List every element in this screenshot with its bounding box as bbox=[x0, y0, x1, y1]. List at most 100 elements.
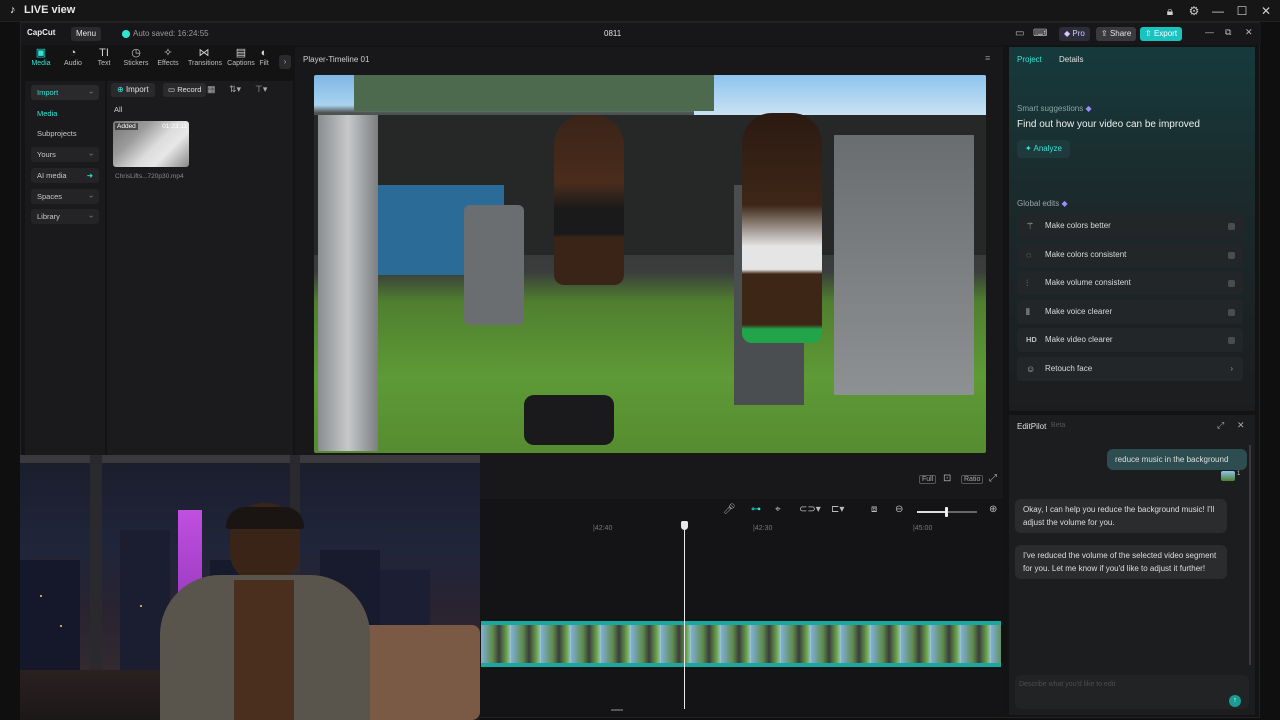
app-close-button[interactable]: ✕ bbox=[1245, 27, 1253, 38]
video-bag bbox=[524, 395, 614, 445]
shortcuts-icon[interactable]: ⌨ bbox=[1033, 28, 1047, 39]
edit-make-colors-consistent[interactable]: ◌ Make colors consistent bbox=[1017, 243, 1243, 267]
pro-badge[interactable]: ◆ Pro bbox=[1059, 27, 1090, 41]
lock-icon[interactable]: 🔒︎ bbox=[1162, 3, 1178, 19]
preview-axis-icon[interactable]: ⊂⊃▾ bbox=[799, 504, 821, 515]
edit-make-voice-clearer[interactable]: ⫴ Make voice clearer bbox=[1017, 300, 1243, 324]
zoom-out-icon[interactable]: ⊖ bbox=[895, 504, 903, 515]
brand-logo: CapCut bbox=[27, 28, 56, 37]
hd-icon: HD bbox=[1026, 335, 1037, 344]
layout-icon[interactable]: ▭ bbox=[1015, 28, 1024, 39]
tool-text[interactable]: TI Text bbox=[88, 47, 120, 67]
share-button[interactable]: ⇪ Share bbox=[1096, 27, 1137, 41]
chevron-right-icon: › bbox=[1230, 364, 1233, 373]
zoom-in-icon[interactable]: ⊕ bbox=[989, 504, 997, 515]
tool-media[interactable]: ▣ Media bbox=[25, 47, 57, 67]
global-edits-title: Global edits ◆ bbox=[1017, 199, 1068, 208]
playhead[interactable] bbox=[684, 523, 685, 709]
analyze-button[interactable]: ✦ Analyze bbox=[1017, 140, 1070, 158]
tool-effects[interactable]: ✧ Effects bbox=[152, 47, 184, 67]
media-panel: ⊕ Import ▭ Record ▦ ⇅▾ ⊤▾ All Added 01:2… bbox=[107, 81, 293, 459]
send-icon[interactable]: ↑ bbox=[1229, 695, 1241, 707]
export-button[interactable]: ⇧ Export bbox=[1140, 27, 1183, 41]
media-clip-thumbnail[interactable]: Added 01:23:11 bbox=[113, 121, 189, 167]
toolbar-scroll-right-icon[interactable]: › bbox=[279, 55, 291, 69]
video-preview[interactable] bbox=[314, 75, 986, 453]
edit-make-colors-better[interactable]: ⚚ Make colors better bbox=[1017, 214, 1243, 238]
tool-audio[interactable]: ◔ Audio bbox=[57, 47, 89, 67]
autosave-status: Auto saved: 16:24:55 bbox=[133, 29, 209, 38]
tool-transitions[interactable]: ⋈ Transitions bbox=[188, 47, 222, 67]
nav-yours[interactable]: Yours bbox=[31, 147, 99, 162]
filter-icon[interactable]: ⊤▾ bbox=[255, 84, 267, 95]
expand-icon[interactable]: ⤢ bbox=[1217, 420, 1224, 431]
record-button[interactable]: ▭ Record bbox=[163, 83, 207, 97]
zoom-slider-handle[interactable] bbox=[945, 507, 948, 517]
asset-toolbar: ▣ Media ◔ Audio TI Text ◷ Stickers ✧ Effects … bbox=[25, 47, 293, 77]
nav-ai-media[interactable]: AI media ➜ bbox=[31, 168, 99, 183]
video-person-left bbox=[554, 115, 624, 285]
filters-icon: ◐ bbox=[260, 47, 268, 59]
sort-icon[interactable]: ⇅▾ bbox=[229, 84, 241, 95]
edit-make-video-clearer[interactable]: HD Make video clearer bbox=[1017, 328, 1243, 352]
link-icon[interactable]: ⊶ bbox=[751, 504, 761, 515]
user-message: reduce music in the background bbox=[1107, 449, 1247, 470]
filter-all-label[interactable]: All bbox=[114, 105, 122, 114]
minimize-button[interactable]: — bbox=[1210, 3, 1226, 19]
nav-import[interactable]: Import bbox=[31, 85, 99, 100]
edit-retouch-face[interactable]: ☺ Retouch face › bbox=[1017, 357, 1243, 381]
nav-spaces[interactable]: Spaces bbox=[31, 189, 99, 204]
tool-stickers[interactable]: ◷ Stickers bbox=[120, 47, 152, 67]
smart-headline: Find out how your video can be improved bbox=[1017, 119, 1200, 130]
nav-subprojects[interactable]: Subprojects bbox=[31, 126, 99, 141]
menu-button[interactable]: Menu bbox=[71, 27, 102, 41]
details-panel: Project Details Smart suggestions ◆ Find… bbox=[1009, 47, 1255, 411]
caption-icon[interactable]: ⧈ bbox=[871, 504, 877, 515]
app-header: CapCut Menu Auto saved: 16:24:55 0811 ▭ … bbox=[21, 23, 1261, 45]
project-name[interactable]: 0811 bbox=[604, 29, 621, 38]
close-button[interactable]: ✕ bbox=[1258, 3, 1274, 19]
mic-icon[interactable]: 🎤︎ bbox=[723, 504, 736, 515]
nav-library[interactable]: Library bbox=[31, 209, 99, 224]
city-light bbox=[40, 595, 42, 597]
ai-media-indicator-icon: ➜ bbox=[86, 171, 93, 180]
waveform-icon: ⫴ bbox=[1026, 307, 1030, 317]
assistant-message-1: Okay, I can help you reduce the backgrou… bbox=[1015, 499, 1227, 533]
full-button[interactable]: Full bbox=[919, 475, 937, 484]
fullscreen-icon[interactable]: ⤢ bbox=[989, 473, 997, 484]
app-restore-button[interactable]: ⧉ bbox=[1225, 27, 1231, 38]
playhead-handle[interactable] bbox=[681, 521, 688, 530]
crop-icon[interactable]: ⊡ bbox=[943, 473, 951, 484]
analyze-sparkle-icon: ✦ bbox=[1025, 144, 1032, 153]
settings-icon[interactable]: ⚙ bbox=[1186, 3, 1202, 19]
timeline-scrollbar[interactable] bbox=[611, 709, 623, 711]
nav-media[interactable]: Media bbox=[31, 106, 99, 121]
tab-project[interactable]: Project bbox=[1017, 55, 1042, 64]
chat-scrollbar[interactable] bbox=[1249, 445, 1251, 665]
import-button[interactable]: ⊕ Import bbox=[111, 83, 155, 97]
zoom-slider[interactable] bbox=[917, 507, 977, 517]
wand-icon: ⚚ bbox=[1026, 221, 1035, 231]
grid-view-icon[interactable]: ▦ bbox=[207, 84, 216, 95]
timeline-tick: |45:00 bbox=[913, 525, 933, 532]
chat-input[interactable]: Describe what you'd like to edit ↑ bbox=[1015, 675, 1249, 709]
assistant-message-2: I've reduced the volume of the selected … bbox=[1015, 545, 1227, 579]
chat-close-icon[interactable]: ✕ bbox=[1237, 420, 1245, 431]
clip-filename: ChrisLifts...720p30.mp4 bbox=[115, 173, 184, 180]
tool-filters[interactable]: ◐ Filt bbox=[253, 47, 275, 67]
app-minimize-button[interactable]: — bbox=[1205, 27, 1214, 37]
video-track-clip[interactable] bbox=[481, 621, 1001, 667]
smart-suggestions-title: Smart suggestions ◆ bbox=[1017, 104, 1092, 113]
snap-icon[interactable]: ⌖ bbox=[775, 504, 781, 515]
player-menu-icon[interactable]: ≡ bbox=[985, 53, 990, 63]
clip-duration: 01:23:11 bbox=[162, 123, 187, 130]
ratio-button[interactable]: Ratio bbox=[961, 475, 984, 484]
player-title: Player-Timeline 01 bbox=[303, 55, 370, 64]
edit-make-volume-consistent[interactable]: ⫶ Make volume consistent bbox=[1017, 271, 1243, 295]
maximize-button[interactable]: ☐ bbox=[1234, 3, 1250, 19]
tab-details[interactable]: Details bbox=[1059, 55, 1083, 64]
effects-icon: ✧ bbox=[163, 47, 173, 59]
palette-icon: ◌ bbox=[1026, 250, 1032, 260]
split-icon[interactable]: ⊏▾ bbox=[831, 504, 844, 515]
timeline-tick: |42:30 bbox=[753, 525, 773, 532]
